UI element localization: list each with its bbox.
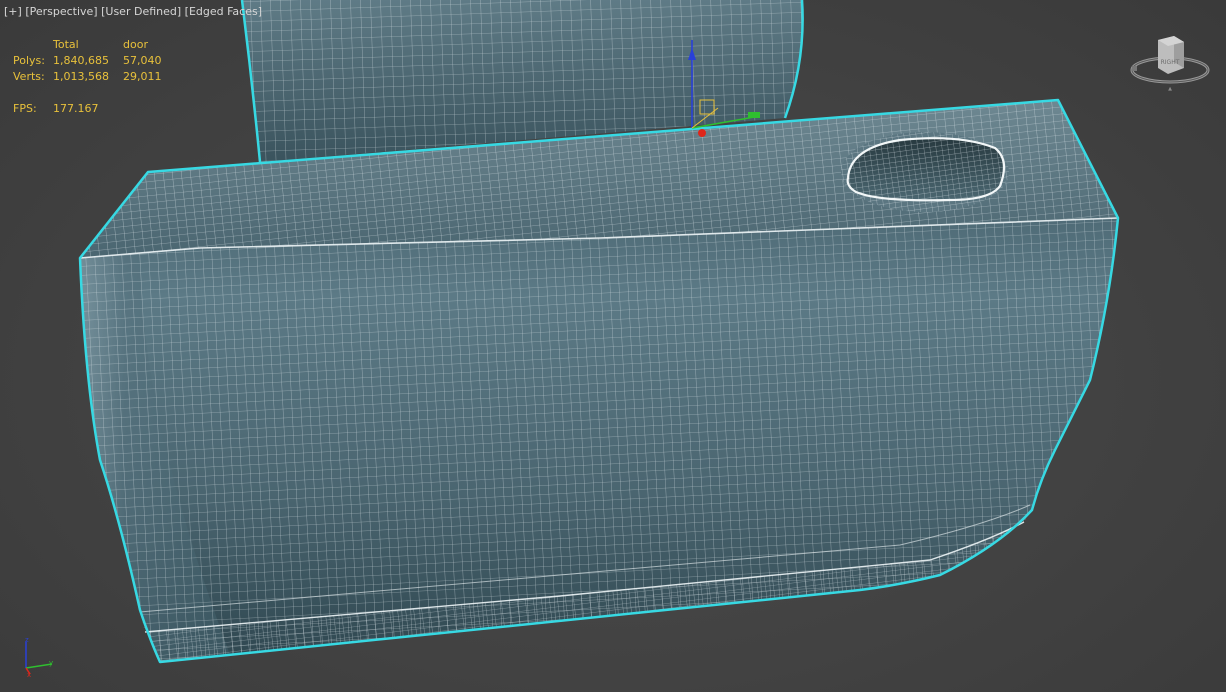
stats-fps-value: 177.167 — [53, 102, 99, 115]
stats-verts-object: 29,011 — [123, 70, 162, 83]
stats-header-blank — [13, 37, 53, 53]
stats-verts-label: Verts: — [13, 70, 45, 83]
stats-polys-label: Polys: — [13, 54, 45, 67]
door-handle-recess[interactable] — [841, 132, 1009, 212]
stats-header-row: Total door — [13, 37, 183, 53]
stats-polys-total: 1,840,685 — [53, 54, 109, 67]
gizmo-y-handle[interactable] — [748, 112, 760, 118]
gizmo-x-axis[interactable] — [698, 129, 706, 137]
viewcube-face-label[interactable]: RIGHT — [1161, 59, 1180, 66]
axis-y-label: y — [49, 659, 53, 667]
viewcube[interactable]: RIGHT ▲ — [1128, 32, 1212, 94]
stats-polys-object: 57,040 — [123, 54, 162, 67]
viewport-perspective[interactable]: [+] [Perspective] [User Defined] [Edged … — [0, 0, 1226, 692]
world-axis-tripod-icon: z y x — [25, 636, 53, 679]
stats-header-object: door — [123, 38, 148, 51]
viewcube-home-icon[interactable] — [1132, 66, 1137, 71]
stats-fps-label: FPS: — [13, 102, 37, 115]
stats-polys-row: Polys: 1,840,685 57,040 — [13, 53, 183, 69]
viewport-label-menu[interactable]: [+] [Perspective] [User Defined] [Edged … — [4, 5, 262, 18]
viewport-menu-plus[interactable]: [+] — [4, 5, 22, 18]
viewcube-south-marker[interactable]: ▲ — [1168, 86, 1172, 92]
mesh-scene[interactable] — [0, 0, 1226, 692]
statistics-overlay: Total door Polys: 1,840,685 57,040 Verts… — [13, 37, 183, 117]
axis-z-label: z — [25, 636, 29, 644]
door-mesh[interactable] — [78, 98, 1120, 664]
stats-fps-row: FPS: 177.167 — [13, 101, 183, 117]
stats-verts-row: Verts: 1,013,568 29,011 — [13, 69, 183, 85]
axis-x-label: x — [27, 671, 31, 679]
viewport-menu-shading[interactable]: [User Defined] — [101, 5, 181, 18]
stats-verts-total: 1,013,568 — [53, 70, 109, 83]
viewport-menu-view[interactable]: [Perspective] — [25, 5, 97, 18]
viewport-menu-faces[interactable]: [Edged Faces] — [185, 5, 262, 18]
stats-header-total: Total — [53, 38, 79, 51]
